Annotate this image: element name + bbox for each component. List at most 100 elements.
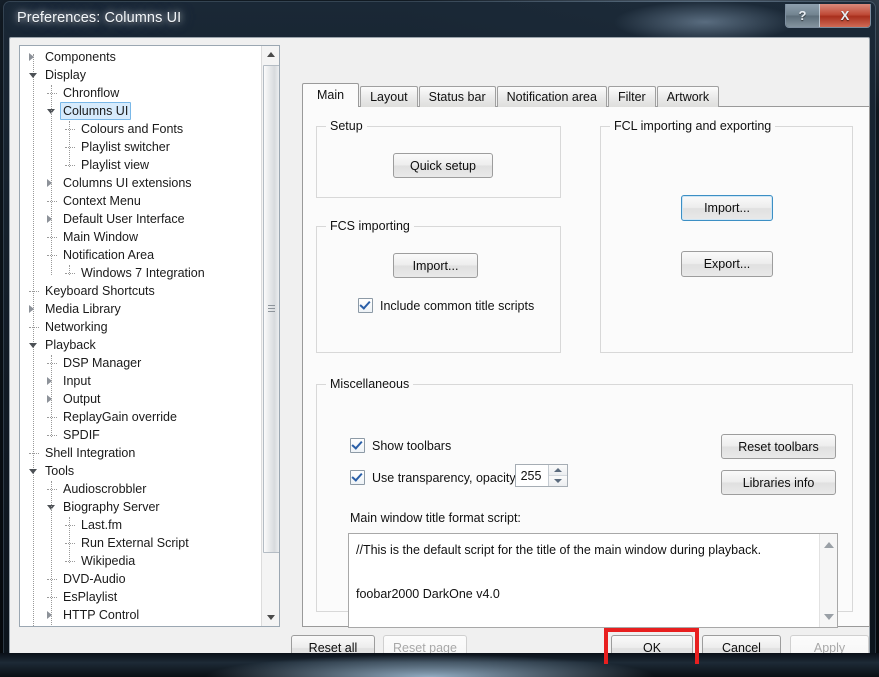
help-icon[interactable]: ? <box>786 4 820 27</box>
tree-connector-line <box>47 93 57 94</box>
cancel-button[interactable]: Cancel <box>702 635 781 661</box>
ok-button[interactable]: OK <box>611 635 693 661</box>
tree-item-media-library[interactable]: Media Library <box>20 300 260 318</box>
tree-item-wikipedia[interactable]: Wikipedia <box>20 552 260 570</box>
scroll-down-icon[interactable] <box>262 609 279 626</box>
tree-connector-line <box>65 129 75 130</box>
use-transparency-label: Use transparency, opacity <box>372 470 516 485</box>
tree-connector-line <box>47 579 57 580</box>
reset-toolbars-button[interactable]: Reset toolbars <box>721 434 836 459</box>
libraries-info-button[interactable]: Libraries info <box>721 470 836 495</box>
tree-item-notification-area[interactable]: Notification Area <box>20 246 260 264</box>
chevron-right-icon[interactable] <box>29 53 34 61</box>
tree-item-columns-ui[interactable]: Columns UI <box>20 102 260 120</box>
group-fcs-label: FCS importing <box>326 219 414 233</box>
scrollbar-thumb[interactable] <box>263 65 279 553</box>
tree-item-columns-ui-extensions[interactable]: Columns UI extensions <box>20 174 260 192</box>
tree-item-biography-server[interactable]: Biography Server <box>20 498 260 516</box>
tree-item-audioscrobbler[interactable]: Audioscrobbler <box>20 480 260 498</box>
show-toolbars-checkbox[interactable]: Show toolbars <box>350 438 451 453</box>
script-text-content[interactable]: //This is the default script for the tit… <box>356 540 815 606</box>
opacity-stepper[interactable]: 255 <box>515 464 568 487</box>
tree-guide-rail <box>69 121 70 167</box>
stepper-up-icon[interactable] <box>549 465 567 476</box>
tab-layout[interactable]: Layout <box>360 86 418 107</box>
tree-item-label: Columns UI extensions <box>63 176 192 190</box>
reset-all-button[interactable]: Reset all <box>291 635 375 661</box>
tree-item-replaygain-override[interactable]: ReplayGain override <box>20 408 260 426</box>
tree-item-http-control[interactable]: HTTP Control <box>20 606 260 624</box>
caption-button-group: ? X <box>785 4 871 28</box>
tree-connector-line <box>65 543 75 544</box>
tree-item-display[interactable]: Display <box>20 66 260 84</box>
tree-item-last-fm[interactable]: Last.fm <box>20 516 260 534</box>
triangle-down-glyph <box>554 479 562 483</box>
tree-item-label: Columns UI <box>60 102 132 120</box>
tab-status-bar[interactable]: Status bar <box>418 86 496 107</box>
close-icon[interactable]: X <box>820 4 870 27</box>
tree-connector-line <box>65 561 75 562</box>
tab-strip: Main Layout Status bar Notification area Fil… <box>302 83 720 107</box>
chevron-right-icon[interactable] <box>29 305 34 313</box>
include-common-title-scripts-checkbox[interactable]: Include common title scripts <box>358 298 534 313</box>
tree-guide-rail <box>69 517 70 563</box>
tab-notification-area[interactable]: Notification area <box>496 86 607 107</box>
tree-item-windows-7-integration[interactable]: Windows 7 Integration <box>20 264 260 282</box>
chevron-down-icon[interactable] <box>29 73 37 78</box>
tree-guide-rail <box>51 481 52 626</box>
tree-item-label: Keyboard Shortcuts <box>45 284 155 298</box>
opacity-value[interactable]: 255 <box>516 465 548 486</box>
tree-scrollbar[interactable] <box>261 46 279 626</box>
tree-item-spdif[interactable]: SPDIF <box>20 426 260 444</box>
preferences-tree[interactable]: Components Display Chronflow Columns UI Colo… <box>19 45 280 627</box>
chevron-down-icon[interactable] <box>29 343 37 348</box>
tree-item-components[interactable]: Components <box>20 48 260 66</box>
tree-item-run-external-script[interactable]: Run External Script <box>20 534 260 552</box>
chevron-down-icon[interactable] <box>29 469 37 474</box>
tree-item-context-menu[interactable]: Context Menu <box>20 192 260 210</box>
tree-item-playlist-view[interactable]: Playlist view <box>20 156 260 174</box>
tree-item-shell-integration[interactable]: Shell Integration <box>20 444 260 462</box>
quick-setup-button[interactable]: Quick setup <box>393 153 493 178</box>
title-format-script-textarea[interactable]: //This is the default script for the tit… <box>348 533 838 628</box>
stepper-down-icon[interactable] <box>549 476 567 486</box>
show-toolbars-label: Show toolbars <box>372 438 452 453</box>
tree-item-label: Networking <box>45 320 108 334</box>
tree-item-label: EsPlaylist <box>63 590 118 604</box>
fcl-import-button[interactable]: Import... <box>681 195 773 221</box>
tree-item-playback[interactable]: Playback <box>20 336 260 354</box>
tree-item-colours-and-fonts[interactable]: Colours and Fonts <box>20 120 260 138</box>
tree-item-label: Components <box>45 50 116 64</box>
tree-item-output[interactable]: Output <box>20 390 260 408</box>
tab-artwork[interactable]: Artwork <box>656 86 720 107</box>
tree-item-dsp-manager[interactable]: DSP Manager <box>20 354 260 372</box>
fcl-export-button[interactable]: Export... <box>681 251 773 277</box>
tree-item-list: Components Display Chronflow Columns UI Colo… <box>20 48 260 626</box>
scroll-down-icon[interactable] <box>820 608 837 625</box>
tree-item-label: Playlist view <box>81 158 150 172</box>
tab-main[interactable]: Main <box>302 83 360 107</box>
tree-item-input[interactable]: Input <box>20 372 260 390</box>
tab-filter[interactable]: Filter <box>607 86 656 107</box>
scroll-up-icon[interactable] <box>820 536 837 553</box>
tree-item-last-fm-radio[interactable]: Last.fm Radio <box>20 624 260 626</box>
tree-item-keyboard-shortcuts[interactable]: Keyboard Shortcuts <box>20 282 260 300</box>
desktop-background: Preferences: Columns UI ? X Components Di… <box>0 0 879 677</box>
use-transparency-checkbox[interactable]: Use transparency, opacity <box>350 470 516 485</box>
tree-item-tools[interactable]: Tools <box>20 462 260 480</box>
checkbox-checked-icon <box>358 298 373 313</box>
tree-item-chronflow[interactable]: Chronflow <box>20 84 260 102</box>
tree-item-label: Colours and Fonts <box>81 122 184 136</box>
tree-item-main-window[interactable]: Main Window <box>20 228 260 246</box>
tree-item-networking[interactable]: Networking <box>20 318 260 336</box>
tree-item-playlist-switcher[interactable]: Playlist switcher <box>20 138 260 156</box>
tree-item-default-user-interface[interactable]: Default User Interface <box>20 210 260 228</box>
tree-item-label: DVD-Audio <box>63 572 126 586</box>
tree-item-label: Display <box>45 68 86 82</box>
tree-item-dvd-audio[interactable]: DVD-Audio <box>20 570 260 588</box>
tree-item-esplaylist[interactable]: EsPlaylist <box>20 588 260 606</box>
include-common-title-scripts-label: Include common title scripts <box>380 298 535 313</box>
script-scrollbar[interactable] <box>819 534 837 627</box>
fcs-import-button[interactable]: Import... <box>393 253 478 278</box>
scroll-up-icon[interactable] <box>262 46 279 63</box>
